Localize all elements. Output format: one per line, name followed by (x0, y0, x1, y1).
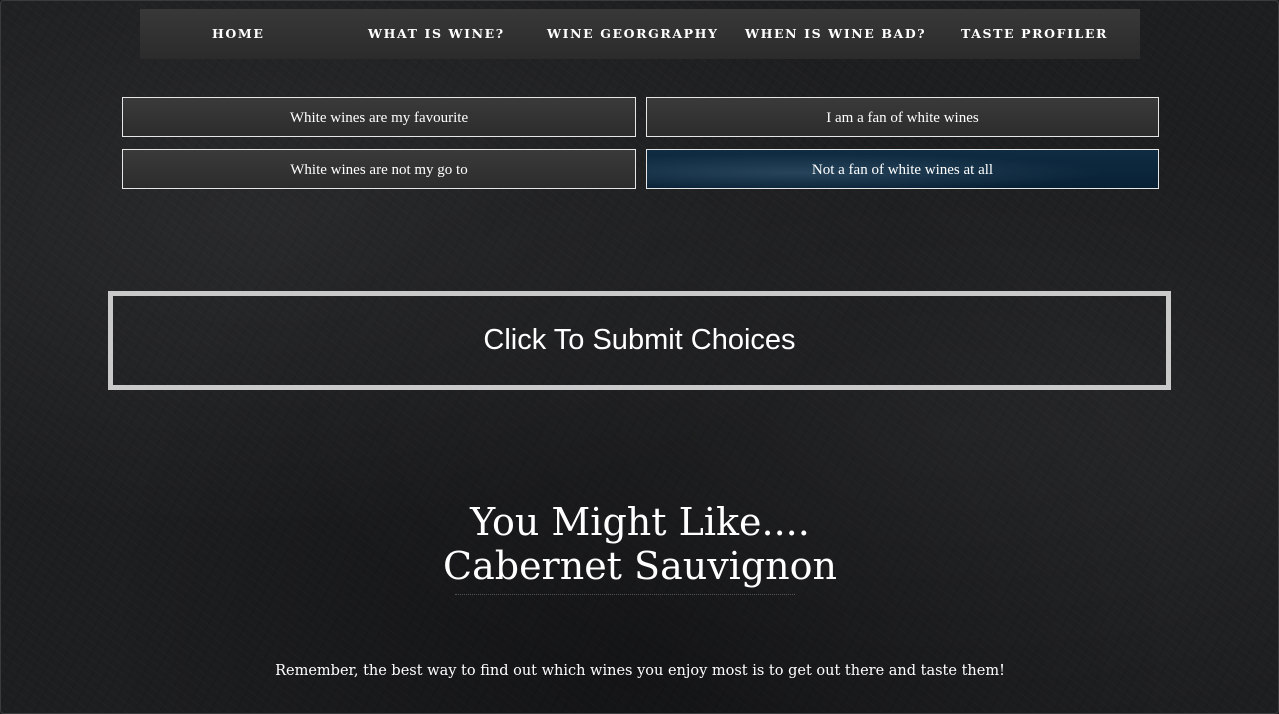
choice-white-not-go-to[interactable]: White wines are not my go to (122, 149, 636, 189)
nav-what-is-wine[interactable]: WHAT IS WINE? (368, 9, 505, 59)
top-navbar: HOME WHAT IS WINE? WINE GEORGRAPHY WHEN … (140, 9, 1140, 59)
nav-wine-geography[interactable]: WINE GEORGRAPHY (547, 9, 719, 59)
nav-home[interactable]: HOME (212, 9, 264, 59)
recommended-wine: Cabernet Sauvignon (443, 544, 837, 588)
nav-taste-profiler[interactable]: TASTE PROFILER (961, 9, 1108, 59)
recommendation-heading: You Might Like.... (470, 500, 810, 544)
submit-choices-button[interactable]: Click To Submit Choices (108, 291, 1171, 390)
footer-note: Remember, the best way to find out which… (275, 663, 1005, 679)
choice-white-not-fan[interactable]: Not a fan of white wines at all (646, 149, 1159, 189)
choice-white-favourite[interactable]: White wines are my favourite (122, 97, 636, 137)
faded-divider (455, 594, 795, 599)
recommendation: You Might Like.... Cabernet Sauvignon (340, 500, 940, 588)
nav-when-is-wine-bad[interactable]: WHEN IS WINE BAD? (745, 9, 926, 59)
choice-white-fan[interactable]: I am a fan of white wines (646, 97, 1159, 137)
